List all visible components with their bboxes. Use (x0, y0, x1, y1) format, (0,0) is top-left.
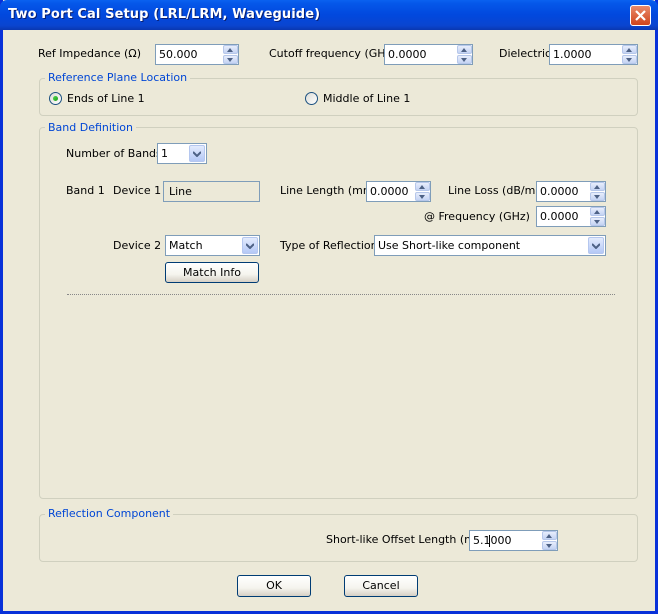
spin-up-icon[interactable] (415, 182, 430, 191)
match-info-button[interactable]: Match Info (165, 262, 259, 283)
ref-impedance-value: 50.000 (159, 48, 198, 61)
radio-ends-of-line[interactable] (49, 92, 62, 105)
number-of-bands-select[interactable]: 1 (157, 143, 207, 164)
type-of-reflection-label: Type of Reflection (280, 239, 378, 252)
offset-length-value: 5.1000 (473, 534, 512, 547)
type-of-reflection-select[interactable]: Use Short-like component (374, 235, 606, 256)
radio-middle-of-line[interactable] (305, 92, 318, 105)
spin-up-icon[interactable] (223, 45, 238, 54)
ok-button-label: OK (266, 579, 282, 592)
cutoff-frequency-label: Cutoff frequency (GHz) (269, 47, 396, 60)
spin-down-icon[interactable] (415, 192, 430, 201)
line-length-spinner[interactable]: 0.0000 (366, 181, 431, 202)
ref-impedance-spinner[interactable]: 50.000 (155, 44, 239, 65)
close-icon (635, 10, 646, 21)
line-loss-label: Line Loss (dB/mm) (448, 184, 551, 197)
radio-ends-of-line-label[interactable]: Ends of Line 1 (67, 92, 145, 105)
spin-down-icon[interactable] (590, 192, 605, 201)
spin-down-icon[interactable] (457, 55, 472, 64)
radio-middle-of-line-label[interactable]: Middle of Line 1 (323, 92, 410, 105)
close-button[interactable] (630, 5, 651, 26)
ref-impedance-label: Ref Impedance (Ω) (38, 47, 141, 60)
offset-length-label: Short-like Offset Length (mm) (326, 533, 490, 546)
frequency-label: @ Frequency (GHz) (424, 210, 530, 223)
spin-down-icon[interactable] (542, 541, 557, 550)
offset-length-spinner[interactable]: 5.1000 (469, 530, 558, 551)
line-length-label: Line Length (mm) (280, 184, 378, 197)
radio-selected-icon (53, 96, 58, 101)
frequency-spinner[interactable]: 0.0000 (536, 206, 606, 227)
cancel-button[interactable]: Cancel (344, 575, 418, 597)
device-2-value: Match (169, 239, 203, 252)
device-2-label: Device 2 (113, 239, 162, 252)
text-caret (489, 535, 490, 547)
spin-up-icon[interactable] (622, 45, 637, 54)
band-1-label: Band 1 (66, 184, 105, 197)
chevron-down-icon[interactable] (242, 237, 258, 254)
spin-up-icon[interactable] (542, 531, 557, 540)
spin-up-icon[interactable] (457, 45, 472, 54)
dielectric-value: 1.0000 (553, 48, 592, 61)
match-info-button-label: Match Info (183, 266, 241, 279)
cutoff-frequency-value: 0.0000 (388, 48, 427, 61)
frequency-value: 0.0000 (540, 210, 579, 223)
title-bar[interactable]: Two Port Cal Setup (LRL/LRM, Waveguide) (0, 0, 658, 30)
chevron-down-icon[interactable] (588, 237, 604, 254)
spin-up-icon[interactable] (590, 207, 605, 216)
device-1-field: Line (163, 181, 260, 202)
number-of-bands-label: Number of Bands (66, 147, 162, 160)
dielectric-label: Dielectric (499, 47, 552, 60)
reflection-component-legend: Reflection Component (45, 507, 174, 520)
cutoff-frequency-spinner[interactable]: 0.0000 (384, 44, 473, 65)
spin-down-icon[interactable] (590, 217, 605, 226)
band-definition-legend: Band Definition (45, 121, 137, 134)
line-loss-value: 0.0000 (540, 185, 579, 198)
dielectric-spinner[interactable]: 1.0000 (549, 44, 638, 65)
spin-up-icon[interactable] (590, 182, 605, 191)
spin-down-icon[interactable] (622, 55, 637, 64)
device-1-label: Device 1 (113, 184, 162, 197)
device-1-value: Line (169, 185, 192, 198)
device-2-select[interactable]: Match (165, 235, 260, 256)
cancel-button-label: Cancel (362, 579, 400, 592)
chevron-down-icon[interactable] (189, 145, 205, 162)
ok-button[interactable]: OK (237, 575, 311, 597)
reference-plane-legend: Reference Plane Location (45, 71, 191, 84)
type-of-reflection-value: Use Short-like component (378, 239, 521, 252)
band-separator (67, 294, 615, 295)
line-length-value: 0.0000 (370, 185, 409, 198)
window-title: Two Port Cal Setup (LRL/LRM, Waveguide) (8, 7, 321, 22)
number-of-bands-value: 1 (161, 147, 168, 160)
line-loss-spinner[interactable]: 0.0000 (536, 181, 606, 202)
spin-down-icon[interactable] (223, 55, 238, 64)
